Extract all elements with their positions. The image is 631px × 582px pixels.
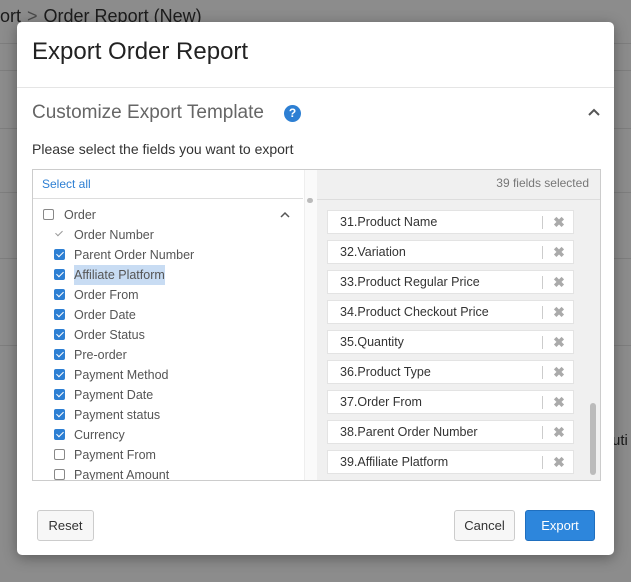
scrollbar[interactable] — [304, 170, 317, 480]
selected-field-item[interactable]: 34.Product Checkout Price ✖ — [327, 300, 574, 324]
reset-button[interactable]: Reset — [37, 510, 94, 541]
divider — [542, 456, 543, 469]
tree-item[interactable]: Affiliate Platform — [33, 265, 303, 285]
remove-field-icon[interactable]: ✖ — [552, 451, 566, 473]
checkbox[interactable] — [54, 469, 65, 480]
divider — [542, 246, 543, 259]
chevron-up-icon[interactable] — [279, 209, 291, 221]
tree-item-label: Payment From — [74, 448, 156, 462]
selected-field-label: 34.Product Checkout Price — [340, 305, 489, 319]
checkbox — [54, 229, 65, 240]
tree-item[interactable]: Order Status — [33, 325, 303, 345]
question-circle-icon[interactable]: ? — [284, 105, 301, 122]
tree-item-label: Pre-order — [74, 348, 127, 362]
tree-item[interactable]: Payment status — [33, 405, 303, 425]
remove-field-icon[interactable]: ✖ — [552, 211, 566, 233]
selected-field-item[interactable]: 35.Quantity ✖ — [327, 330, 574, 354]
divider — [542, 276, 543, 289]
checkbox[interactable] — [54, 249, 65, 260]
tree-item[interactable]: Payment From — [33, 445, 303, 465]
divider — [542, 396, 543, 409]
tree-item[interactable]: Pre-order — [33, 345, 303, 365]
chevron-up-icon[interactable] — [586, 104, 602, 120]
selected-field-item[interactable]: 39.Affiliate Platform ✖ — [327, 450, 574, 474]
checkbox[interactable] — [54, 449, 65, 460]
remove-field-icon[interactable]: ✖ — [552, 241, 566, 263]
remove-field-icon[interactable]: ✖ — [552, 361, 566, 383]
field-selector-panel: Select all Order Order Number Parent Orde… — [32, 169, 601, 481]
checkbox[interactable] — [54, 409, 65, 420]
tree-item-label: Payment Amount — [74, 468, 170, 480]
tree-item-label: Order Date — [74, 308, 136, 322]
checkbox[interactable] — [54, 329, 65, 340]
divider — [542, 336, 543, 349]
selected-field-item[interactable]: 36.Product Type ✖ — [327, 360, 574, 384]
scrollbar-thumb[interactable] — [590, 403, 596, 475]
tree-item-label: Affiliate Platform — [74, 265, 165, 285]
tree-item-label: Order Status — [74, 328, 145, 342]
modal-header: Export Order Report — [17, 22, 614, 88]
tree-item[interactable]: Currency — [33, 425, 303, 445]
tree-item[interactable]: Order Date — [33, 305, 303, 325]
fields-selected-count: 39 fields selected — [496, 176, 589, 190]
checkbox[interactable] — [54, 369, 65, 380]
selected-field-item[interactable]: 37.Order From ✖ — [327, 390, 574, 414]
section-title: Customize Export Template — [32, 102, 264, 123]
selected-field-label: 39.Affiliate Platform — [340, 455, 449, 469]
remove-field-icon[interactable]: ✖ — [552, 271, 566, 293]
selected-field-item[interactable]: 32.Variation ✖ — [327, 240, 574, 264]
selected-field-label: 31.Product Name — [340, 215, 438, 229]
tree-item-label: Order From — [74, 288, 139, 302]
tree-item[interactable]: Parent Order Number — [33, 245, 303, 265]
divider — [317, 199, 600, 200]
tree-group-order[interactable]: Order — [33, 205, 303, 225]
tree-item[interactable]: Order Number — [33, 225, 303, 245]
checkbox[interactable] — [54, 429, 65, 440]
divider — [542, 366, 543, 379]
field-tree: Order Order Number Parent Order Number Aff… — [33, 200, 303, 480]
tree-item-label: Currency — [74, 428, 125, 442]
selected-field-item[interactable]: 31.Product Name ✖ — [327, 210, 574, 234]
divider — [542, 426, 543, 439]
checkbox[interactable] — [54, 269, 65, 280]
divider — [542, 306, 543, 319]
export-button[interactable]: Export — [525, 510, 595, 541]
tree-item-label: Order Number — [74, 228, 154, 242]
selected-field-label: 32.Variation — [340, 245, 406, 259]
tree-item-label: Parent Order Number — [74, 248, 195, 262]
checkbox[interactable] — [43, 209, 54, 220]
remove-field-icon[interactable]: ✖ — [552, 331, 566, 353]
tree-item[interactable]: Payment Amount — [33, 465, 303, 480]
selected-field-item[interactable]: 33.Product Regular Price ✖ — [327, 270, 574, 294]
checkbox[interactable] — [54, 309, 65, 320]
tree-item[interactable]: Payment Method — [33, 365, 303, 385]
selected-field-item[interactable]: 38.Parent Order Number ✖ — [327, 420, 574, 444]
cancel-button[interactable]: Cancel — [454, 510, 515, 541]
checkbox[interactable] — [54, 289, 65, 300]
remove-field-icon[interactable]: ✖ — [552, 391, 566, 413]
tree-group-label: Order — [64, 208, 96, 222]
tree-item-label: Payment Date — [74, 388, 154, 402]
tree-item[interactable]: Payment Date — [33, 385, 303, 405]
selected-field-label: 37.Order From — [340, 395, 422, 409]
tree-item[interactable]: Order From — [33, 285, 303, 305]
checkbox[interactable] — [54, 389, 65, 400]
divider — [542, 216, 543, 229]
remove-field-icon[interactable]: ✖ — [552, 421, 566, 443]
tree-item-label: Payment status — [74, 408, 161, 422]
selected-field-label: 35.Quantity — [340, 335, 404, 349]
selected-fields-panel: 39 fields selected 31.Product Name ✖ 32.Va… — [317, 170, 600, 480]
instructions-text: Please select the fields you want to exp… — [32, 141, 294, 157]
export-order-report-dialog: Export Order Report Customize Export Tem… — [17, 22, 614, 555]
remove-field-icon[interactable]: ✖ — [552, 301, 566, 323]
modal-title: Export Order Report — [32, 38, 249, 65]
selected-field-label: 36.Product Type — [340, 365, 431, 379]
tree-item-label: Payment Method — [74, 368, 169, 382]
selected-field-label: 38.Parent Order Number — [340, 425, 478, 439]
selected-field-label: 33.Product Regular Price — [340, 275, 480, 289]
scrollbar-thumb[interactable] — [307, 198, 313, 203]
available-fields-panel: Select all Order Order Number Parent Orde… — [33, 170, 317, 480]
select-all-link[interactable]: Select all — [33, 170, 303, 199]
checkbox[interactable] — [54, 349, 65, 360]
